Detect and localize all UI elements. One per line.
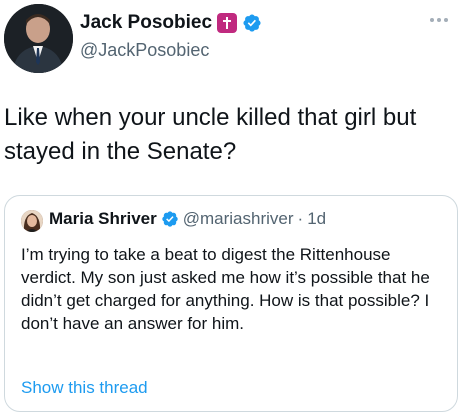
quoted-tweet-card[interactable]: Maria Shriver @mariashriver · 1d I’m try… [4,195,458,412]
quoted-author-name[interactable]: Maria Shriver [49,209,157,229]
verified-icon [242,13,262,33]
author-avatar[interactable] [4,4,73,73]
dot [437,18,441,22]
quoted-tweet-time[interactable]: 1d [307,209,326,229]
avatar-image [4,4,73,73]
author-name-row: Jack Posobiec [80,12,262,34]
cross-badge-icon [217,13,238,33]
author-handle[interactable]: @JackPosobiec [80,40,209,61]
tweet: Jack Posobiec @JackPosobiec Like when yo… [0,0,462,416]
more-options-icon[interactable] [424,10,454,30]
separator-dot: · [297,209,304,228]
quoted-avatar-image [21,210,43,232]
tweet-text: Like when your uncle killed that girl bu… [4,104,417,165]
show-thread-link[interactable]: Show this thread [21,378,148,398]
quoted-tweet-header: Maria Shriver @mariashriver · 1d [49,209,326,229]
author-display-name[interactable]: Jack Posobiec [80,12,212,34]
quoted-author-handle[interactable]: @mariashriver [183,209,294,229]
dot [444,18,448,22]
quoted-tweet-text: I’m trying to take a beat to digest the … [21,245,430,333]
verified-icon [161,210,179,228]
dot [430,18,434,22]
quoted-author-avatar[interactable] [21,210,43,232]
